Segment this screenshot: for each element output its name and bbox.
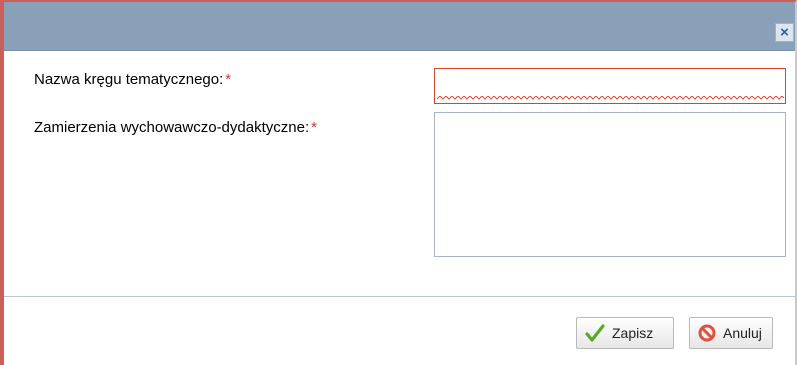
dialog-titlebar[interactable]: × <box>4 2 795 51</box>
required-asterisk: * <box>225 71 232 88</box>
goals-label-text: Zamierzenia wychowawczo-dydaktyczne: <box>34 119 310 136</box>
checkmark-icon <box>585 324 605 342</box>
name-label-text: Nazwa kręgu tematycznego: <box>34 71 224 88</box>
cancel-button[interactable]: Anuluj <box>689 317 773 349</box>
close-button[interactable]: × <box>775 23 794 42</box>
footer-divider <box>4 296 795 297</box>
save-button[interactable]: Zapisz <box>576 317 674 349</box>
theme-name-input[interactable] <box>434 68 786 104</box>
name-label: Nazwa kręgu tematycznego: * <box>34 71 231 88</box>
goals-label: Zamierzenia wychowawczo-dydaktyczne: * <box>34 119 317 136</box>
save-button-label: Zapisz <box>612 325 654 341</box>
dialog-window: × Nazwa kręgu tematycznego: * Zamierzenia… <box>0 0 797 365</box>
close-icon: × <box>780 24 789 41</box>
cancel-button-label: Anuluj <box>723 325 762 341</box>
goals-textarea[interactable] <box>434 112 786 257</box>
required-asterisk: * <box>311 119 317 136</box>
cancel-icon <box>698 324 716 342</box>
